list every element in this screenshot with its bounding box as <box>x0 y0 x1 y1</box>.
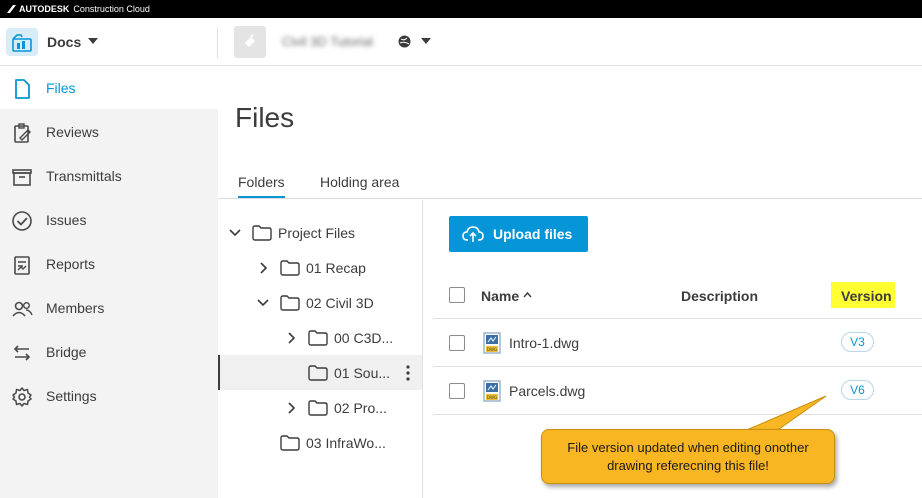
callout-pointer <box>741 395 827 435</box>
callout-text: File version updated when editing onothe… <box>567 439 809 473</box>
annotation-callout: File version updated when editing onothe… <box>541 429 835 484</box>
